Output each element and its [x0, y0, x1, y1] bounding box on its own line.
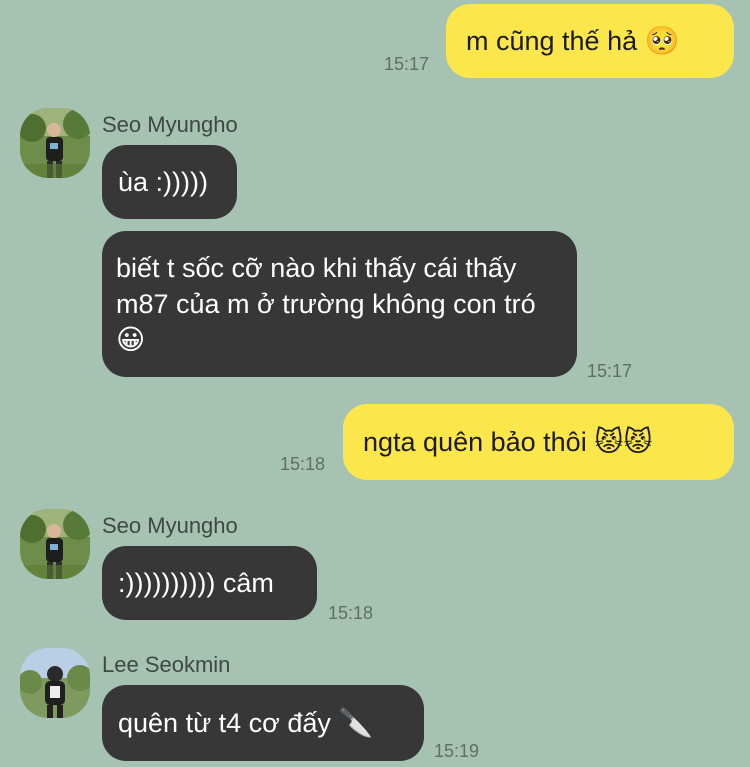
message-time: 15:17 — [384, 54, 430, 74]
message-time: 15:18 — [328, 603, 374, 623]
message-text: ngta quên bảo thôi — [363, 427, 587, 457]
pleading-face-emoji-icon: 🥺 — [644, 24, 680, 57]
pouting-cat-emoji-icon: 😾😾 — [594, 425, 653, 458]
message-time: 15:18 — [280, 454, 326, 474]
sender-name: Seo Myungho — [102, 112, 238, 137]
grinning-face-emoji-icon: 😀 — [116, 323, 146, 356]
outgoing-message-bubble[interactable]: m cũng thế hả 🥺 — [446, 4, 734, 78]
outgoing-message-bubble[interactable]: ngta quên bảo thôi 😾😾 — [343, 404, 734, 480]
kitchen-knife-emoji-icon: 🔪 — [338, 706, 374, 739]
message-text: biết t sốc cỡ nào khi thấy cái thấy m87 … — [116, 253, 536, 319]
sender-name: Seo Myungho — [102, 513, 238, 538]
message-time: 15:19 — [434, 741, 480, 761]
sender-name: Lee Seokmin — [102, 652, 231, 677]
message-text: quên từ t4 cơ đấy — [118, 708, 331, 738]
avatar[interactable] — [20, 108, 90, 178]
incoming-message-bubble[interactable]: quên từ t4 cơ đấy 🔪 — [102, 685, 424, 761]
message-text: ùa :))))) — [118, 167, 208, 197]
incoming-message-bubble[interactable]: biết t sốc cỡ nào khi thấy cái thấy m87 … — [102, 231, 577, 377]
incoming-message-bubble[interactable]: ùa :))))) — [102, 145, 237, 219]
message-time: 15:17 — [587, 361, 633, 381]
avatar[interactable] — [20, 509, 90, 579]
message-text: :)))))))))) câm — [118, 568, 274, 598]
incoming-message-bubble[interactable]: :)))))))))) câm — [102, 546, 317, 620]
message-text: m cũng thế hả — [466, 26, 638, 56]
avatar[interactable] — [20, 648, 90, 718]
